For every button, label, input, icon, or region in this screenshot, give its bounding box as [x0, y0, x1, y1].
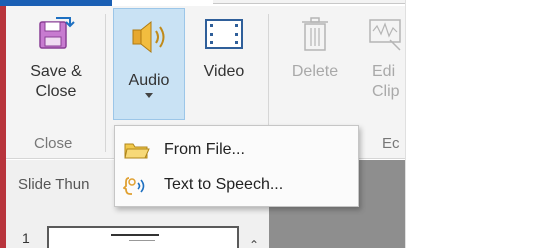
save-close-icon	[39, 17, 75, 49]
speaker-icon	[132, 20, 165, 54]
slide-number: 1	[22, 230, 30, 246]
menu-item-from-file[interactable]: From File...	[115, 133, 358, 166]
edit-clip-button[interactable]: Edi Clip	[362, 14, 405, 126]
group-label-close: Close	[34, 135, 73, 152]
save-close-label: Save & Close	[30, 63, 82, 100]
video-label: Video	[203, 63, 245, 80]
delete-label: Delete	[291, 63, 339, 80]
chevron-down-icon	[145, 93, 153, 98]
audio-dropdown-menu: From File... Text to Speech...	[114, 125, 359, 207]
trash-icon	[302, 17, 328, 51]
document-area	[405, 0, 551, 248]
folder-icon	[124, 143, 150, 159]
thumbnail-subtitle-line	[129, 240, 155, 241]
video-button[interactable]: Video	[192, 14, 256, 126]
film-icon	[205, 19, 243, 49]
thumbnail-title-line	[111, 234, 159, 236]
edit-clip-label: Edi Clip	[372, 63, 400, 100]
tab-strip	[213, 0, 405, 4]
scroll-up-icon[interactable]: ⌃	[243, 239, 265, 248]
audio-label: Audio	[128, 72, 170, 89]
menu-item-label: Text to Speech...	[164, 176, 284, 193]
slide-thumbnail[interactable]	[47, 226, 239, 248]
group-label-edit: Ec	[382, 135, 400, 152]
menu-item-text-to-speech[interactable]: Text to Speech...	[115, 168, 358, 201]
delete-button[interactable]: Delete	[283, 14, 347, 126]
speech-icon	[123, 177, 145, 195]
slides-pane-title: Slide Thun	[18, 176, 90, 193]
group-separator	[105, 14, 106, 152]
save-close-button[interactable]: Save & Close	[18, 14, 94, 126]
edit-clip-icon	[369, 19, 401, 51]
audio-button[interactable]: Audio	[113, 8, 185, 120]
menu-item-label: From File...	[164, 141, 245, 158]
